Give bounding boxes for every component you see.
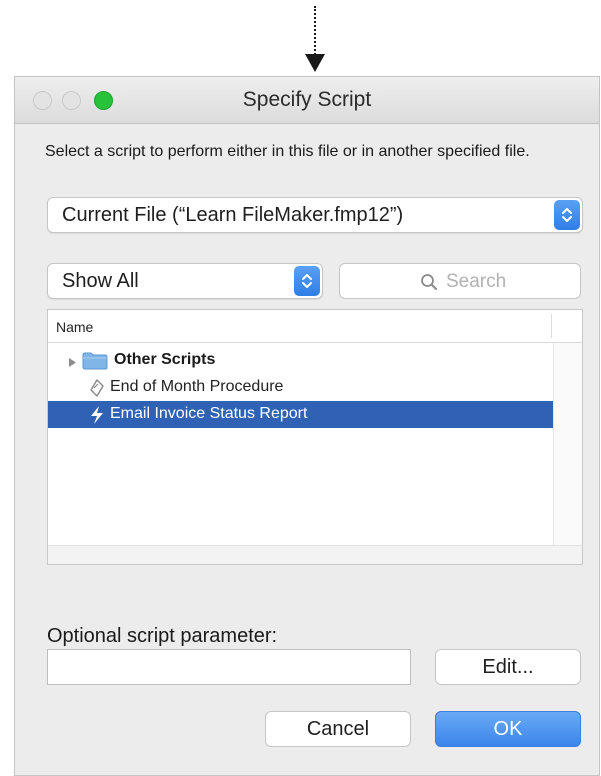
- list-item-email-invoice-status-report[interactable]: Email Invoice Status Report: [48, 401, 553, 428]
- list-header: Name: [48, 310, 582, 343]
- list-item-label: Other Scripts: [114, 351, 216, 368]
- ok-button[interactable]: OK: [435, 711, 581, 747]
- search-input[interactable]: [444, 269, 578, 295]
- cancel-button[interactable]: Cancel: [265, 711, 411, 747]
- script-icon: [88, 378, 106, 403]
- title-bar: Specify Script: [15, 77, 599, 124]
- script-icon: [88, 405, 106, 430]
- list-scrollbar[interactable]: [553, 343, 582, 564]
- instruction-text: Select a script to perform either in thi…: [45, 143, 530, 160]
- callout-arrow-line: [314, 6, 316, 58]
- list-item-end-of-month-procedure[interactable]: End of Month Procedure: [48, 374, 553, 401]
- stepper-icon: [554, 200, 580, 230]
- file-select-popup[interactable]: Current File (“Learn FileMaker.fmp12”): [47, 197, 583, 233]
- window-title: Specify Script: [242, 88, 372, 111]
- list-footer-bar: [48, 545, 582, 564]
- script-list[interactable]: Name Other Scripts End of Month Procedur…: [47, 309, 583, 565]
- stepper-icon: [294, 266, 320, 296]
- script-filter-value: Show All: [62, 270, 139, 292]
- search-field[interactable]: [339, 263, 581, 299]
- search-icon: [420, 273, 438, 296]
- column-header-name[interactable]: Name: [56, 319, 93, 335]
- parameter-input[interactable]: [47, 649, 411, 685]
- column-divider: [551, 314, 552, 338]
- disclosure-triangle-icon[interactable]: [68, 355, 77, 373]
- file-select-value: Current File (“Learn FileMaker.fmp12”): [62, 204, 404, 226]
- specify-script-dialog: Specify Script Select a script to perfor…: [14, 76, 600, 776]
- edit-parameter-button[interactable]: Edit...: [435, 649, 581, 685]
- list-item-label: End of Month Procedure: [110, 378, 284, 395]
- list-item-label: Email Invoice Status Report: [110, 405, 308, 422]
- folder-icon: [82, 352, 108, 375]
- list-item-other-scripts[interactable]: Other Scripts: [48, 347, 553, 374]
- script-filter-popup[interactable]: Show All: [47, 263, 323, 299]
- callout-arrow-head-icon: [305, 54, 325, 72]
- parameter-label: Optional script parameter:: [47, 625, 278, 647]
